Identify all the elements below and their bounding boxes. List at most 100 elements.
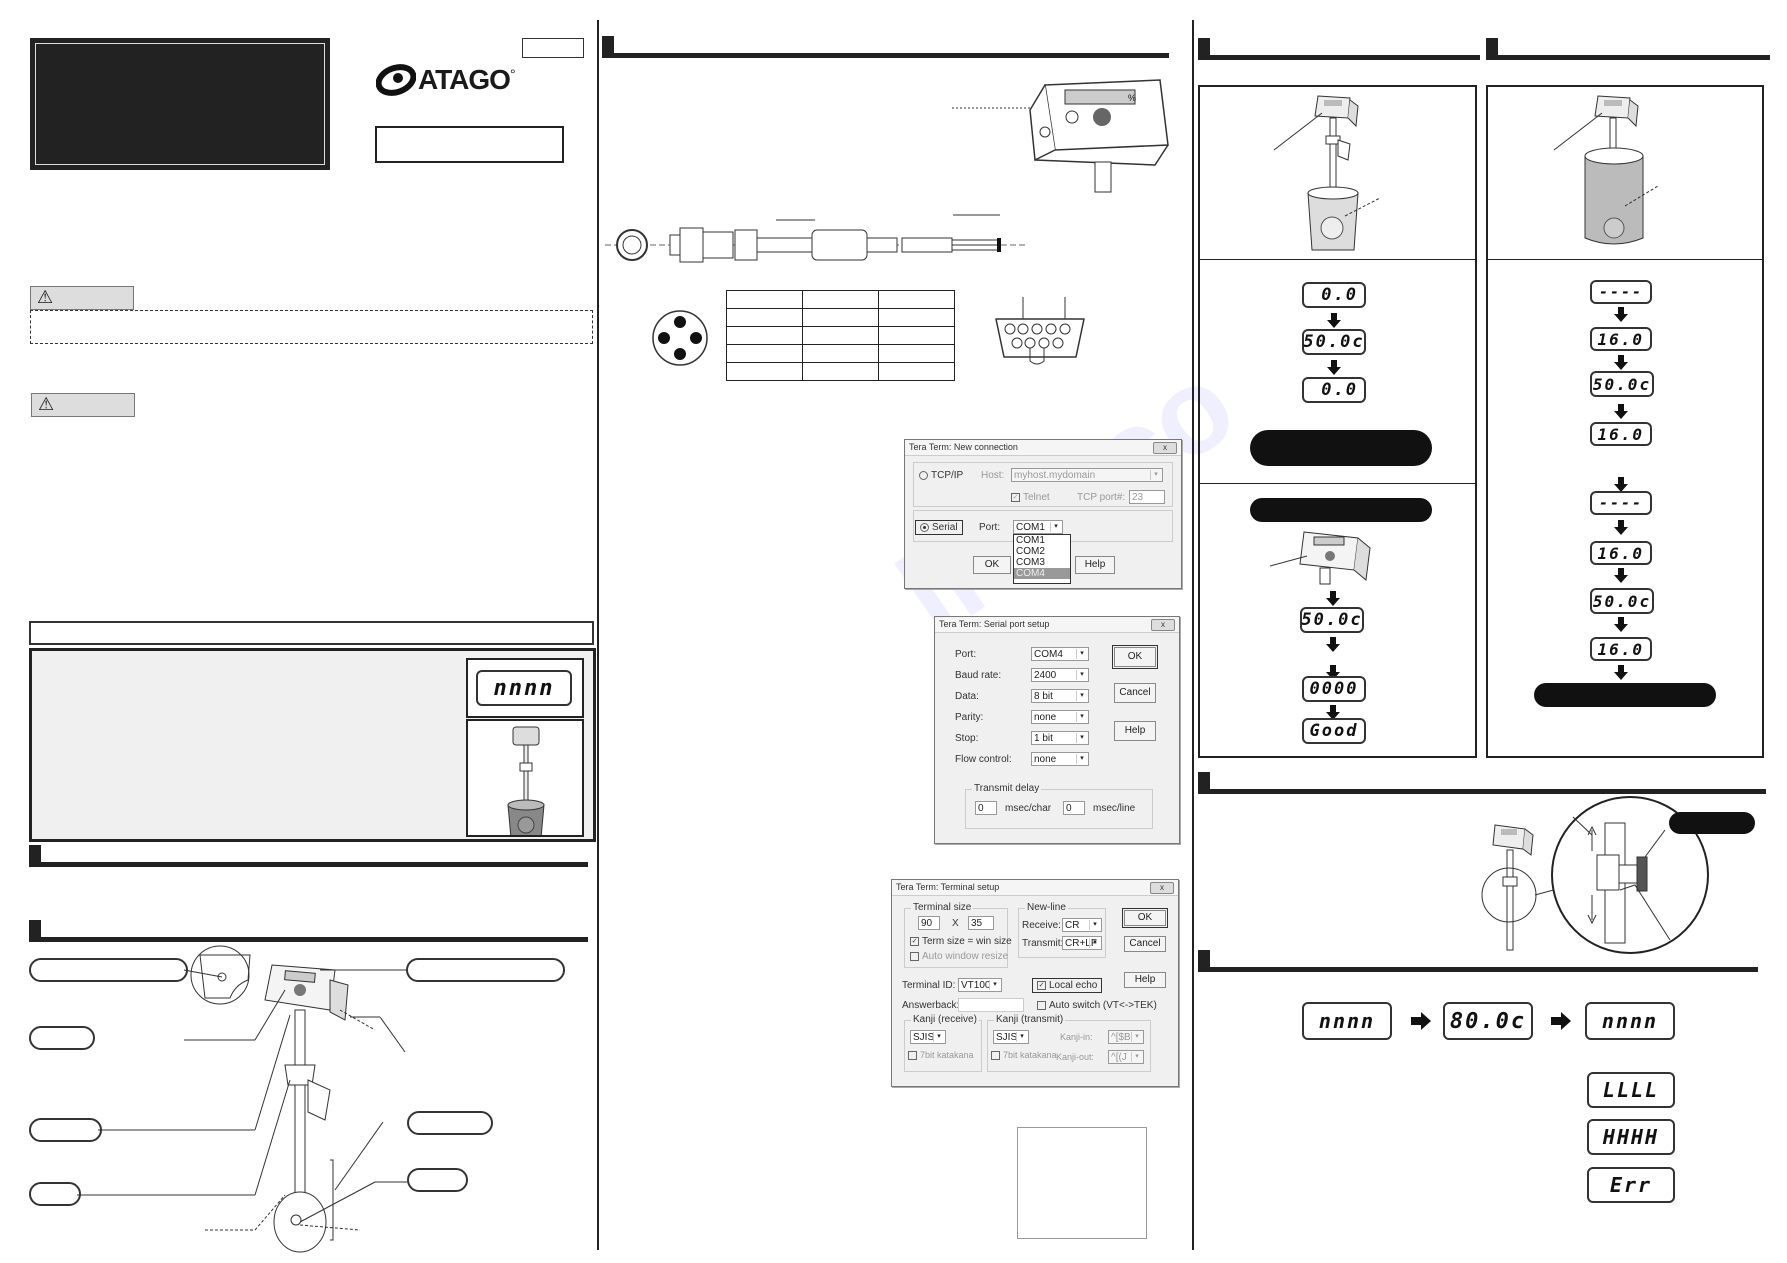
lcd-display: 0000 xyxy=(1302,676,1366,702)
kanji-transmit-select[interactable]: SJIS ▾ xyxy=(993,1030,1029,1044)
ok-button[interactable]: OK xyxy=(1112,645,1158,669)
data-bits-select[interactable]: 8 bit ▾ xyxy=(1031,689,1089,703)
device-head-illustration xyxy=(1269,531,1371,585)
device-in-cup-illustration xyxy=(466,719,584,850)
ok-button[interactable]: OK xyxy=(1122,908,1168,928)
dialog-title: Tera Term: Serial port setup xyxy=(939,619,1050,629)
parity-select[interactable]: none ▾ xyxy=(1031,710,1089,724)
telnet-checkbox[interactable]: ✓ Telnet xyxy=(1011,492,1050,503)
down-arrow-icon xyxy=(1614,665,1628,680)
pin-assignment-table xyxy=(726,290,955,381)
line-delay-input[interactable]: 0 xyxy=(1063,801,1085,815)
lcd-display: 0.0 xyxy=(1302,282,1366,308)
answerback-label: Answerback: xyxy=(902,1000,960,1011)
flow-control-label: Flow control: xyxy=(955,754,1012,765)
answerback-input[interactable] xyxy=(958,998,1024,1012)
lcd-display: 16.0 xyxy=(1590,541,1652,565)
down-arrow-icon xyxy=(1614,568,1628,583)
transmit-select[interactable]: CR+LF ▾ xyxy=(1062,936,1102,950)
db9-connector-diagram xyxy=(995,297,1085,365)
local-echo-checkbox[interactable]: ✓ Local echo xyxy=(1032,978,1103,993)
tcp-port-label: TCP port#: xyxy=(1077,492,1126,503)
device-illustration: % xyxy=(950,79,1169,193)
tcp-port-input[interactable]: 23 xyxy=(1129,490,1165,504)
port-option[interactable]: COM1 xyxy=(1014,535,1070,546)
port-option[interactable]: COM3 xyxy=(1014,557,1070,568)
stop-bits-select[interactable]: 1 bit ▾ xyxy=(1031,731,1089,745)
lcd-display: ---- xyxy=(1590,491,1652,515)
result-banner xyxy=(1250,430,1432,466)
kanji-in-label: Kanji-in: xyxy=(1060,1032,1093,1042)
port-dropdown-list: COM1 COM2 COM3 COM4 xyxy=(1013,534,1071,584)
dialog-title: Tera Term: New connection xyxy=(909,442,1018,452)
line-delay-unit: msec/line xyxy=(1093,803,1136,814)
katakana-transmit-checkbox[interactable]: 7bit katakana xyxy=(991,1050,1057,1061)
char-delay-input[interactable]: 0 xyxy=(975,801,997,815)
warning-badge: ⚠ xyxy=(31,393,135,417)
table-row xyxy=(726,344,955,363)
cols-input[interactable]: 90 xyxy=(918,916,940,930)
lcd-display: 50.0c xyxy=(1590,588,1654,614)
section-header xyxy=(29,845,588,867)
close-button[interactable]: x xyxy=(1150,882,1174,894)
down-arrow-icon xyxy=(1326,591,1340,606)
lcd-display-low-error: LLLL xyxy=(1587,1072,1675,1108)
column-divider xyxy=(597,20,599,1250)
terminal-setup-dialog: Tera Term: Terminal setup x Terminal size… xyxy=(891,879,1179,1087)
flow-control-select[interactable]: none ▾ xyxy=(1031,752,1089,766)
model-badge xyxy=(522,38,584,58)
close-button[interactable]: x xyxy=(1153,442,1177,454)
pin-connector-diagram xyxy=(652,310,708,366)
lcd-display: 16.0 xyxy=(1590,637,1652,661)
terminal-id-label: Terminal ID: xyxy=(902,980,956,991)
stop-label: Stop: xyxy=(955,733,979,744)
device-in-water-illustration xyxy=(1273,95,1381,251)
cancel-button[interactable]: Cancel xyxy=(1124,936,1166,952)
device-in-container-illustration xyxy=(1553,95,1659,245)
section-header-zero-calibration xyxy=(1198,38,1480,60)
warning-icon: ⚠ xyxy=(38,394,55,414)
down-arrow-icon xyxy=(1614,355,1628,370)
port-option[interactable]: COM2 xyxy=(1014,546,1070,557)
serial-radio[interactable]: Serial xyxy=(915,520,963,535)
help-button[interactable]: Help xyxy=(1124,972,1166,988)
close-button[interactable]: x xyxy=(1151,619,1175,631)
blank-frame xyxy=(1017,1127,1147,1239)
serial-port-setup-dialog: Tera Term: Serial port setup x Port: COM4… xyxy=(934,616,1180,844)
kanji-out-select[interactable]: ^[(J ▾ xyxy=(1108,1050,1144,1064)
right-arrow-icon xyxy=(1551,1012,1571,1030)
auto-switch-checkbox[interactable]: Auto switch (VT<->TEK) xyxy=(1037,1000,1157,1011)
host-label: Host: xyxy=(981,470,1005,481)
katakana-receive-checkbox[interactable]: 7bit katakana xyxy=(908,1050,974,1061)
tcpip-radio[interactable]: TCP/IP xyxy=(919,470,963,481)
term-size-win-checkbox[interactable]: ✓ Term size = win size xyxy=(910,936,1012,947)
down-arrow-icon xyxy=(1326,637,1340,652)
rows-input[interactable]: 35 xyxy=(968,916,994,930)
receive-label: Receive: xyxy=(1022,920,1061,931)
table-row xyxy=(726,326,955,345)
help-button[interactable]: Help xyxy=(1075,556,1115,574)
down-arrow-icon xyxy=(1327,313,1341,328)
section-header-error-codes xyxy=(1198,950,1758,972)
down-arrow-icon xyxy=(1327,360,1341,375)
host-select[interactable]: myhost.mydomain ▾ xyxy=(1011,468,1163,482)
x-label: X xyxy=(952,918,959,929)
port-select[interactable]: COM1 ▾ xyxy=(1013,520,1063,534)
auto-resize-checkbox[interactable]: Auto window resize xyxy=(910,951,1008,962)
lcd-display: nnnn xyxy=(1585,1002,1675,1040)
help-button[interactable]: Help xyxy=(1114,721,1156,741)
cable-diagram xyxy=(605,214,1025,263)
ok-button[interactable]: OK xyxy=(973,556,1011,574)
receive-select[interactable]: CR ▾ xyxy=(1062,918,1102,932)
section-header-connection xyxy=(602,36,1169,58)
terminal-id-select[interactable]: VT100 ▾ xyxy=(958,978,1002,992)
port-select[interactable]: COM4 ▾ xyxy=(1031,647,1089,661)
table-row xyxy=(726,362,955,381)
port-option-highlighted[interactable]: COM4 xyxy=(1014,568,1070,579)
kanji-in-select[interactable]: ^[$B ▾ xyxy=(1108,1030,1144,1044)
baud-rate-select[interactable]: 2400 ▾ xyxy=(1031,668,1089,682)
warning-icon: ⚠ xyxy=(37,287,54,307)
lcd-display: 16.0 xyxy=(1590,327,1652,351)
cancel-button[interactable]: Cancel xyxy=(1114,683,1156,703)
kanji-receive-select[interactable]: SJIS ▾ xyxy=(910,1030,946,1044)
